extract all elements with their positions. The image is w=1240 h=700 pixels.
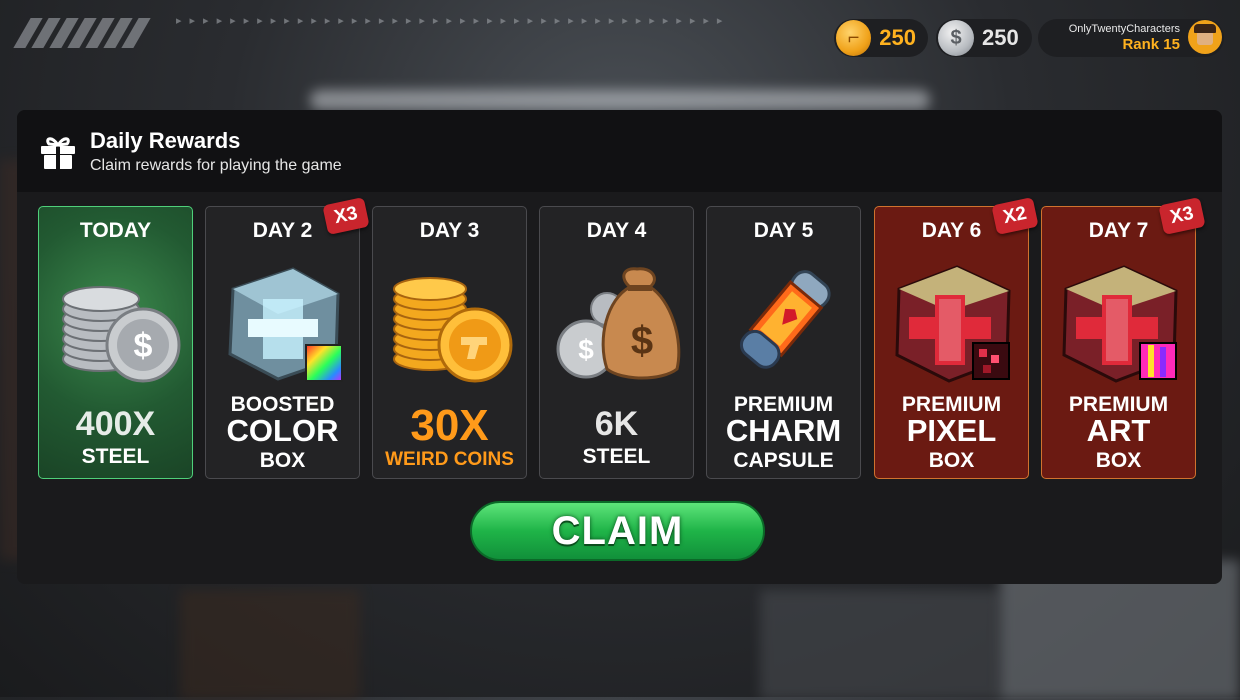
multiplier-badge: X3: [1158, 196, 1206, 236]
daily-rewards-panel: Daily Rewards Claim rewards for playing …: [17, 110, 1222, 584]
svg-text:$: $: [631, 319, 653, 363]
background-shape: [760, 590, 1000, 700]
multiplier-badge: X2: [991, 196, 1039, 236]
background-shape: [180, 590, 360, 700]
avatar: [1188, 20, 1222, 54]
weird-coins-value: 250: [879, 25, 916, 50]
card-day-label: DAY 4: [586, 219, 647, 242]
steel-counter[interactable]: $ 250: [936, 19, 1032, 57]
svg-text:$: $: [578, 334, 594, 365]
reward-amount: 400X: [75, 405, 156, 443]
reward-card-day-7[interactable]: DAY 7 X3 PREMIUM ART BOX: [1041, 196, 1206, 479]
reward-name: WEIRD COINS: [385, 449, 514, 470]
card-day-label: TODAY: [79, 219, 152, 242]
reward-card-today[interactable]: TODAY $ 400X STEEL: [38, 206, 193, 479]
reward-card-day-6[interactable]: DAY 6 X2 PREMIUM PIXEL BOX: [874, 196, 1039, 479]
player-rank: Rank 15: [1122, 36, 1180, 53]
gift-icon: [41, 137, 75, 169]
reward-label-bottom: BOX: [259, 449, 306, 472]
reward-label-bottom: CAPSULE: [733, 449, 834, 472]
profile-badge[interactable]: OnlyTwentyCharacters Rank 15: [1038, 19, 1224, 57]
panel-subtitle: Claim rewards for playing the game: [90, 157, 342, 174]
reward-name: STEEL: [582, 445, 651, 468]
money-bag-icon: $ $: [556, 267, 681, 380]
reward-card-day-2[interactable]: DAY 2 X3 BOOSTED COLOR BOX: [205, 196, 370, 479]
claim-button[interactable]: CLAIM: [470, 501, 765, 561]
reward-card-day-3[interactable]: DAY 3 30X WEIRD COINS: [372, 206, 527, 479]
reward-card-day-5[interactable]: DAY 5 PREMIUM CHARM CAPSULE: [706, 206, 861, 479]
panel-title: Daily Rewards: [90, 128, 241, 153]
multiplier-badge: X3: [322, 196, 370, 236]
reward-amount: 30X: [410, 401, 489, 450]
reward-name: STEEL: [81, 445, 150, 468]
reward-label-main: ART: [1086, 413, 1151, 448]
boosted-color-box-icon: [228, 267, 343, 382]
charm-capsule-icon: [739, 270, 831, 369]
reward-label-bottom: BOX: [928, 449, 975, 472]
reward-label-main: CHARM: [725, 413, 842, 448]
art-box-icon: [1062, 265, 1178, 383]
weird-coin-icon: ⌐: [836, 20, 872, 56]
decorative-arrows: ▸▸▸▸▸▸▸▸▸▸▸▸▸▸▸▸▸▸▸▸▸▸▸▸▸▸▸▸▸▸▸▸▸▸▸▸▸▸▸▸…: [176, 15, 731, 27]
card-day-label: DAY 3: [419, 219, 480, 242]
steel-coins-icon: $: [62, 286, 181, 383]
background-light: [310, 90, 930, 110]
weird-coins-icon: [393, 277, 513, 383]
steel-value: 250: [982, 25, 1019, 50]
pixel-box-icon: [895, 265, 1011, 383]
weird-coins-counter[interactable]: ⌐ 250: [834, 19, 928, 57]
reward-amount: 6K: [594, 405, 639, 443]
panel-header: Daily Rewards Claim rewards for playing …: [17, 110, 1222, 192]
reward-card-day-4[interactable]: DAY 4 $ $ 6K STEEL: [539, 206, 694, 479]
reward-label-bottom: BOX: [1095, 449, 1142, 472]
steel-coin-icon: $: [938, 20, 974, 56]
decorative-stripes: [13, 18, 151, 48]
username: OnlyTwentyCharacters: [1068, 23, 1180, 35]
reward-label-main: COLOR: [226, 413, 339, 448]
svg-text:$: $: [134, 327, 153, 365]
card-day-label: DAY 5: [753, 219, 814, 242]
reward-label-main: PIXEL: [906, 413, 997, 448]
